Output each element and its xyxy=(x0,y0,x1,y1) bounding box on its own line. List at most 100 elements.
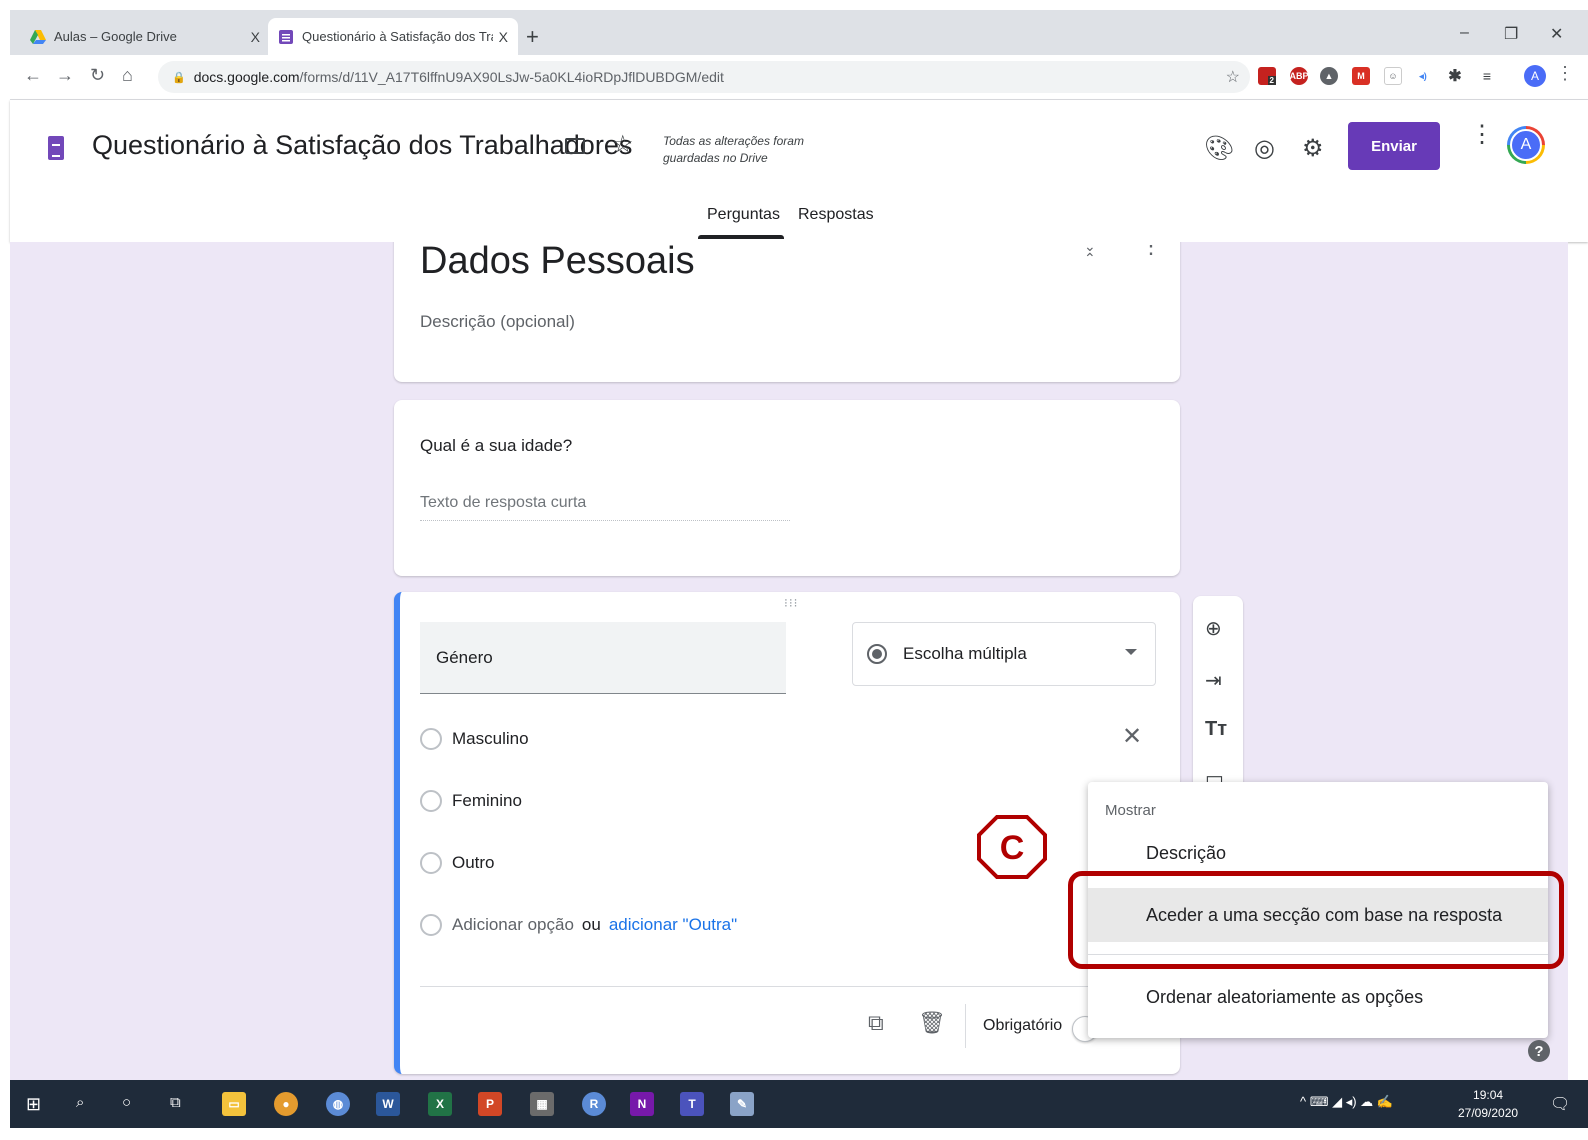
url-domain: docs.google.com xyxy=(193,69,300,85)
radio-icon xyxy=(420,914,442,936)
chrome-icon[interactable]: ● xyxy=(274,1092,298,1116)
divider xyxy=(420,986,1156,987)
palette-icon[interactable]: 🎨︎ xyxy=(1204,134,1234,163)
question-card-age[interactable]: Qual é a sua idade? Texto de resposta cu… xyxy=(394,400,1180,576)
preview-eye-icon[interactable]: ◎ xyxy=(1254,134,1275,163)
add-question-icon[interactable]: ⊕ xyxy=(1205,616,1222,641)
duplicate-icon[interactable]: ⧉ xyxy=(868,1010,884,1036)
option-label[interactable]: Feminino xyxy=(452,791,522,811)
section-description-field[interactable]: Descrição (opcional) xyxy=(420,312,575,332)
add-title-icon[interactable]: Tт xyxy=(1205,718,1227,741)
question-type-label: Escolha múltipla xyxy=(903,644,1027,663)
question-type-select[interactable]: Escolha múltipla xyxy=(852,622,1156,686)
floating-toolbar: ⊕ ⇥ Tт ▭ xyxy=(1193,596,1243,796)
close-icon[interactable]: X xyxy=(251,29,260,45)
browser-menu-icon[interactable]: ⋮ xyxy=(1556,63,1574,84)
back-icon[interactable]: ← xyxy=(24,65,42,86)
system-clock[interactable]: 19:04 27/09/2020 xyxy=(1458,1086,1518,1122)
calculator-icon[interactable]: ▦ xyxy=(530,1092,554,1116)
divider xyxy=(965,1004,966,1048)
trash-icon[interactable]: 🗑︎ xyxy=(918,1010,946,1036)
tab-title: Aulas – Google Drive xyxy=(54,29,177,44)
tab-questions[interactable]: Perguntas xyxy=(707,206,780,224)
cortana-icon[interactable]: ○ xyxy=(122,1094,131,1111)
excel-icon[interactable]: X xyxy=(428,1092,452,1116)
teams-icon[interactable]: T xyxy=(680,1092,704,1116)
tab-responses[interactable]: Respostas xyxy=(798,206,874,224)
windows-start-icon[interactable]: ⊞ xyxy=(26,1094,41,1115)
onenote-icon[interactable]: N xyxy=(630,1092,654,1116)
window-close-icon[interactable]: ✕ xyxy=(1550,24,1563,44)
adblock-icon[interactable]: ABP xyxy=(1290,67,1309,85)
task-view-icon[interactable]: ⧉ xyxy=(170,1094,181,1111)
browser-profile-avatar[interactable]: A xyxy=(1524,65,1546,87)
clock-time: 19:04 xyxy=(1473,1088,1504,1102)
annotation-letter: C xyxy=(1000,829,1025,867)
extension-icon[interactable]: ☺ xyxy=(1384,67,1402,85)
tab-title: Questionário à Satisfação dos Tra xyxy=(302,29,493,44)
add-option-link[interactable]: Adicionar opção xyxy=(452,915,574,935)
option-label[interactable]: Masculino xyxy=(452,729,529,749)
drive-extension-icon[interactable]: ▲ xyxy=(1320,67,1338,85)
browser-tab-drive[interactable]: Aulas – Google Drive X xyxy=(20,18,270,55)
browser-tab-forms[interactable]: Questionário à Satisfação dos Tra X xyxy=(268,18,518,55)
list-item[interactable]: Feminino xyxy=(420,790,522,812)
app-icon[interactable]: ◍ xyxy=(326,1092,350,1116)
search-icon[interactable]: ⌕ xyxy=(76,1094,84,1111)
collapse-section-icon[interactable]: ⌄ ⌃ xyxy=(1084,242,1096,265)
add-other-link[interactable]: adicionar "Outra" xyxy=(609,915,737,935)
add-option-row[interactable]: Adicionar opção ou adicionar "Outra" xyxy=(420,914,737,936)
list-item[interactable]: Masculino xyxy=(420,728,529,750)
more-options-icon[interactable]: ⋮ xyxy=(1470,123,1494,147)
radio-icon xyxy=(420,728,442,750)
google-forms-logo-icon[interactable] xyxy=(48,136,64,160)
word-icon[interactable]: W xyxy=(376,1092,400,1116)
section-title[interactable]: Dados Pessoais xyxy=(420,242,695,283)
media-control-icon[interactable]: ≡ xyxy=(1478,67,1496,85)
question-title-input[interactable]: Género xyxy=(420,622,786,694)
browser-toolbar: ← → ↻ ⌂ 🔒 docs.google.com/forms/d/11V_A1… xyxy=(10,55,1588,100)
google-forms-icon xyxy=(279,29,293,44)
list-item[interactable]: Outro xyxy=(420,852,495,874)
send-button[interactable]: Enviar xyxy=(1348,122,1440,170)
remove-option-icon[interactable]: ✕ xyxy=(1122,722,1142,751)
system-tray-icons[interactable]: ^ ⌨ ◢ ◂) ☁ ✍ xyxy=(1300,1094,1393,1110)
restore-icon[interactable]: ❐ xyxy=(1504,24,1518,44)
audio-extension-icon[interactable]: ◂) xyxy=(1414,67,1432,85)
forms-header: Questionário à Satisfação dos Trabalhado… xyxy=(10,100,1588,242)
folder-icon[interactable] xyxy=(565,138,585,154)
question-card-gender[interactable]: ⁝⁝⁝ Género Escolha múltipla Masculino ✕ … xyxy=(394,592,1180,1074)
file-explorer-icon[interactable]: ▭ xyxy=(222,1092,246,1116)
avatar[interactable]: A xyxy=(1507,126,1545,164)
forward-icon[interactable]: → xyxy=(56,65,74,86)
drag-handle-icon[interactable]: ⁝⁝⁝ xyxy=(784,596,798,610)
annotation-badge: C xyxy=(977,815,1047,879)
extension-icon[interactable]: 2 xyxy=(1258,67,1276,85)
lock-icon: 🔒 xyxy=(172,71,186,84)
import-questions-icon[interactable]: ⇥ xyxy=(1205,668,1222,693)
required-label: Obrigatório xyxy=(983,1017,1063,1034)
reload-icon[interactable]: ↻ xyxy=(90,65,105,86)
section-header-card[interactable]: Dados Pessoais Descrição (opcional) ⌄ ⌃ ⋮ xyxy=(394,242,1180,382)
powerpoint-icon[interactable]: P xyxy=(478,1092,502,1116)
help-icon[interactable]: ? xyxy=(1528,1040,1550,1062)
home-icon[interactable]: ⌂ xyxy=(122,65,133,86)
extension-badge: 2 xyxy=(1267,76,1276,85)
option-label[interactable]: Outro xyxy=(452,853,495,873)
menu-item-shuffle-options[interactable]: Ordenar aleatoriamente as opções xyxy=(1088,970,1548,1024)
r-app-icon[interactable]: R xyxy=(582,1092,606,1116)
minimize-icon[interactable]: – xyxy=(1460,24,1469,42)
bookmark-star-icon[interactable]: ☆ xyxy=(1226,67,1240,87)
extension-icon[interactable]: M xyxy=(1352,67,1370,85)
close-icon[interactable]: X xyxy=(499,29,508,45)
notification-icon[interactable]: 🗨︎ xyxy=(1550,1094,1570,1114)
paint-icon[interactable]: ✎ xyxy=(730,1092,754,1116)
section-more-icon[interactable]: ⋮ xyxy=(1140,242,1162,257)
address-bar[interactable]: 🔒 docs.google.com/forms/d/11V_A17T6lffnU… xyxy=(158,61,1250,93)
star-icon[interactable]: ☆ xyxy=(612,130,634,159)
windows-taskbar: ⊞ ⌕ ○ ⧉ ▭ ● ◍ W X P ▦ R N T ✎ ^ ⌨ ◢ ◂) ☁… xyxy=(10,1080,1588,1128)
extensions-puzzle-icon[interactable]: ✱ xyxy=(1446,67,1464,85)
settings-gear-icon[interactable]: ⚙ xyxy=(1302,134,1324,163)
form-title[interactable]: Questionário à Satisfação dos Trabalhado… xyxy=(92,130,632,161)
new-tab-button[interactable]: + xyxy=(526,24,539,50)
